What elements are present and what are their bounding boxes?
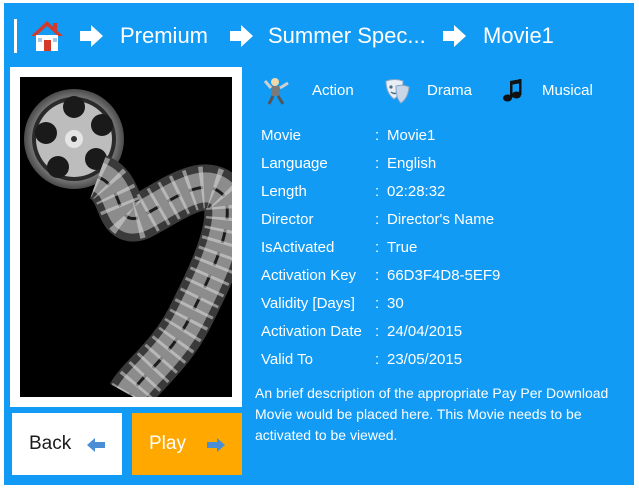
detail-separator: :: [375, 155, 380, 172]
play-button-label: Play: [149, 433, 186, 454]
music-note-icon: [499, 77, 527, 105]
detail-separator: :: [375, 267, 380, 284]
detail-separator: :: [375, 295, 380, 312]
detail-label: Language: [261, 155, 328, 172]
detail-value: 23/05/2015: [387, 351, 463, 368]
breadcrumb-arrow-icon: [78, 23, 104, 49]
detail-label: Validity [Days]: [261, 295, 355, 312]
breadcrumb-arrow-icon: [441, 23, 467, 49]
movie-poster: [10, 67, 242, 407]
detail-value: 02:28:32: [387, 183, 446, 200]
genre-action[interactable]: Action: [312, 80, 354, 102]
detail-separator: :: [375, 351, 380, 368]
breadcrumb-premium[interactable]: Premium: [120, 21, 208, 51]
genre-drama[interactable]: Drama: [427, 80, 472, 102]
drama-masks-icon: [383, 77, 411, 105]
genre-musical[interactable]: Musical: [542, 80, 593, 102]
detail-separator: :: [375, 323, 380, 340]
detail-separator: :: [375, 239, 380, 256]
detail-value: 30: [387, 295, 404, 312]
detail-value: 24/04/2015: [387, 323, 463, 340]
breadcrumb-movie1: Movie1: [483, 23, 554, 48]
detail-value: True: [387, 239, 418, 256]
detail-value: 66D3F4D8-5EF9: [387, 267, 501, 284]
arrow-left-icon: [86, 437, 106, 453]
detail-label: IsActivated: [261, 239, 335, 256]
play-button[interactable]: Play: [132, 413, 242, 475]
back-button[interactable]: Back: [12, 413, 122, 475]
breadcrumb: Premium Summer Spec... Movie1: [4, 3, 634, 61]
detail-value: Director's Name: [387, 211, 495, 228]
home-icon[interactable]: [30, 20, 64, 52]
action-figure-icon: [263, 77, 291, 105]
detail-label: Activation Key: [261, 267, 357, 284]
detail-label: Activation Date: [261, 323, 362, 340]
arrow-right-icon: [206, 437, 226, 453]
detail-separator: :: [375, 127, 380, 144]
detail-separator: :: [375, 211, 380, 228]
breadcrumb-summer-special[interactable]: Summer Spec...: [268, 21, 426, 51]
detail-label: Valid To: [261, 351, 313, 368]
genre-bar: Action Drama Musical: [259, 73, 629, 109]
back-button-label: Back: [29, 433, 72, 454]
film-reel-image: [20, 77, 232, 397]
breadcrumb-divider: [14, 19, 17, 53]
detail-label: Length: [261, 183, 307, 200]
detail-value: Movie1: [387, 127, 436, 144]
detail-label: Director: [261, 211, 314, 228]
breadcrumb-arrow-icon: [228, 23, 254, 49]
detail-label: Movie: [261, 127, 302, 144]
movie-details-screen: Premium Summer Spec... Movie1 Action Dra…: [4, 3, 634, 485]
movie-description: An brief description of the appropriate …: [255, 385, 609, 443]
detail-separator: :: [375, 183, 380, 200]
detail-value: English: [387, 155, 437, 172]
